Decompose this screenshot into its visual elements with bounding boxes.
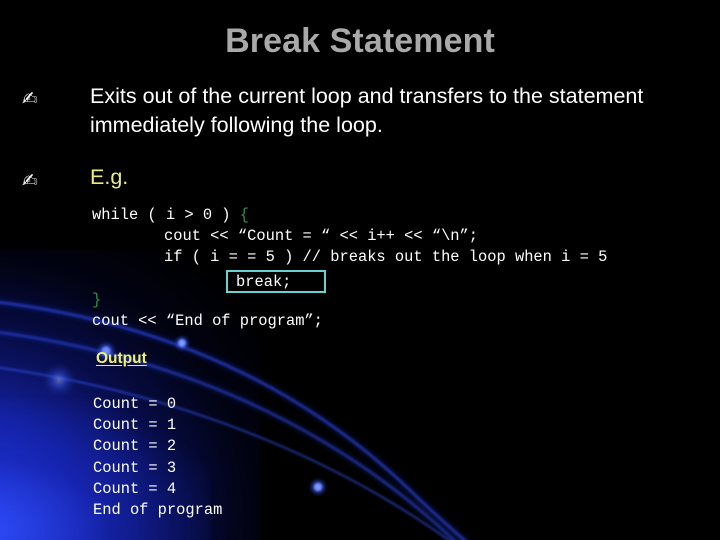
bullet-item-2-text: E.g. — [90, 165, 129, 189]
code-open-brace: { — [239, 206, 250, 224]
orbit-dot — [41, 362, 77, 398]
code-line-2: cout << “Count = “ << i++ << “\n”; — [164, 227, 479, 246]
code-line-6: cout << “End of program”; — [92, 312, 323, 331]
break-statement-label: break; — [236, 273, 292, 291]
code-line-3: if ( i = = 5 ) // breaks out the loop wh… — [164, 248, 608, 267]
bullet-hand-glyph: ✍ — [22, 170, 38, 192]
orbit-dot — [173, 334, 191, 352]
code-block: while ( i > 0 ) { cout << “Count = “ << … — [92, 205, 607, 332]
bullet-hand-glyph: ✍ — [22, 88, 38, 110]
orbit-dot — [308, 477, 328, 497]
code-close-brace: } — [92, 290, 102, 309]
presentation-slide: Break Statement ✍ Exits out of the curre… — [0, 0, 720, 540]
output-section-label: Output — [96, 350, 147, 367]
slide-title: Break Statement — [225, 22, 495, 60]
code-line-1-keyword: while ( i > 0 ) — [92, 206, 240, 224]
bullet-item-1-text: Exits out of the current loop and transf… — [90, 84, 644, 137]
output-console-text: Count = 0 Count = 1 Count = 2 Count = 3 … — [93, 395, 223, 520]
